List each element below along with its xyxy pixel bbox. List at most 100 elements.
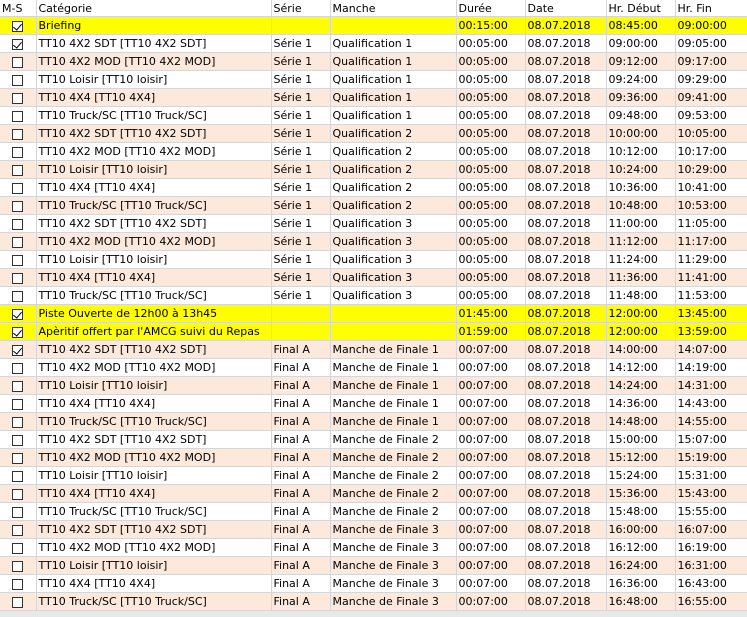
- hr-fin-cell[interactable]: 10:53:00: [675, 196, 747, 215]
- date-cell[interactable]: 08.07.2018: [525, 250, 607, 269]
- serie-cell[interactable]: Final A: [271, 556, 331, 575]
- hr-fin-cell[interactable]: 15:55:00: [675, 502, 747, 521]
- categorie-cell[interactable]: TT10 Truck/SC [TT10 Truck/SC]: [36, 106, 272, 125]
- manche-cell[interactable]: [330, 322, 457, 341]
- hr-debut-cell[interactable]: 14:48:00: [606, 412, 676, 431]
- manche-cell[interactable]: Manche de Finale 1: [330, 376, 457, 395]
- table-row[interactable]: TT10 4X2 SDT [TT10 4X2 SDT] Série 1 Qualif…: [0, 34, 747, 53]
- categorie-cell[interactable]: TT10 4X4 [TT10 4X4]: [36, 484, 272, 503]
- categorie-cell[interactable]: TT10 4X4 [TT10 4X4]: [36, 88, 272, 107]
- serie-cell[interactable]: Final A: [271, 592, 331, 611]
- ms-checkbox[interactable]: [12, 344, 24, 356]
- duree-cell[interactable]: 00:07:00: [456, 556, 526, 575]
- duree-cell[interactable]: 00:05:00: [456, 214, 526, 233]
- ms-checkbox[interactable]: [12, 110, 24, 122]
- hr-debut-cell[interactable]: 11:12:00: [606, 232, 676, 251]
- manche-cell[interactable]: Qualification 1: [330, 34, 457, 53]
- hr-fin-cell[interactable]: 15:31:00: [675, 466, 747, 485]
- hr-debut-cell[interactable]: 09:36:00: [606, 88, 676, 107]
- duree-cell[interactable]: 00:05:00: [456, 196, 526, 215]
- ms-checkbox[interactable]: [12, 146, 24, 158]
- manche-cell[interactable]: [330, 16, 457, 35]
- hr-fin-cell[interactable]: 15:19:00: [675, 448, 747, 467]
- hr-debut-cell[interactable]: 14:24:00: [606, 376, 676, 395]
- date-cell[interactable]: 08.07.2018: [525, 160, 607, 179]
- ms-checkbox[interactable]: [12, 398, 24, 410]
- serie-cell[interactable]: Final A: [271, 484, 331, 503]
- date-cell[interactable]: 08.07.2018: [525, 394, 607, 413]
- manche-cell[interactable]: Qualification 3: [330, 232, 457, 251]
- serie-cell[interactable]: Série 1: [271, 70, 331, 89]
- manche-cell[interactable]: Manche de Finale 2: [330, 466, 457, 485]
- ms-checkbox[interactable]: [12, 38, 24, 50]
- ms-checkbox[interactable]: [12, 308, 24, 320]
- manche-cell[interactable]: Manche de Finale 1: [330, 358, 457, 377]
- date-cell[interactable]: 08.07.2018: [525, 412, 607, 431]
- column-header-ms[interactable]: M-S: [0, 0, 37, 17]
- date-cell[interactable]: 08.07.2018: [525, 142, 607, 161]
- manche-cell[interactable]: Qualification 1: [330, 70, 457, 89]
- duree-cell[interactable]: 00:07:00: [456, 538, 526, 557]
- duree-cell[interactable]: 00:05:00: [456, 232, 526, 251]
- hr-debut-cell[interactable]: 14:12:00: [606, 358, 676, 377]
- ms-checkbox[interactable]: [12, 506, 24, 518]
- ms-checkbox[interactable]: [12, 236, 24, 248]
- date-cell[interactable]: 08.07.2018: [525, 286, 607, 305]
- serie-cell[interactable]: Série 1: [271, 34, 331, 53]
- ms-checkbox[interactable]: [12, 92, 24, 104]
- hr-fin-cell[interactable]: 13:59:00: [675, 322, 747, 341]
- ms-checkbox[interactable]: [12, 362, 24, 374]
- categorie-cell[interactable]: TT10 4X2 SDT [TT10 4X2 SDT]: [36, 340, 272, 359]
- serie-cell[interactable]: Série 1: [271, 52, 331, 71]
- hr-debut-cell[interactable]: 09:00:00: [606, 34, 676, 53]
- ms-checkbox[interactable]: [12, 74, 24, 86]
- table-row[interactable]: TT10 Loisir [TT10 loisir] Final A Manche d…: [0, 376, 747, 395]
- categorie-cell[interactable]: TT10 4X2 MOD [TT10 4X2 MOD]: [36, 538, 272, 557]
- ms-checkbox[interactable]: [12, 56, 24, 68]
- hr-debut-cell[interactable]: 16:48:00: [606, 592, 676, 611]
- hr-fin-cell[interactable]: 15:43:00: [675, 484, 747, 503]
- duree-cell[interactable]: 00:07:00: [456, 448, 526, 467]
- hr-debut-cell[interactable]: 12:00:00: [606, 304, 676, 323]
- serie-cell[interactable]: [271, 16, 331, 35]
- manche-cell[interactable]: [330, 304, 457, 323]
- duree-cell[interactable]: 00:05:00: [456, 250, 526, 269]
- duree-cell[interactable]: 00:07:00: [456, 358, 526, 377]
- manche-cell[interactable]: Qualification 2: [330, 178, 457, 197]
- hr-debut-cell[interactable]: 15:36:00: [606, 484, 676, 503]
- hr-fin-cell[interactable]: 15:07:00: [675, 430, 747, 449]
- hr-debut-cell[interactable]: 10:36:00: [606, 178, 676, 197]
- categorie-cell[interactable]: TT10 4X2 SDT [TT10 4X2 SDT]: [36, 430, 272, 449]
- table-row[interactable]: TT10 4X2 MOD [TT10 4X2 MOD] Final A Manche…: [0, 358, 747, 377]
- hr-debut-cell[interactable]: 09:48:00: [606, 106, 676, 125]
- date-cell[interactable]: 08.07.2018: [525, 106, 607, 125]
- date-cell[interactable]: 08.07.2018: [525, 340, 607, 359]
- serie-cell[interactable]: Série 1: [271, 232, 331, 251]
- duree-cell[interactable]: 00:05:00: [456, 34, 526, 53]
- categorie-cell[interactable]: TT10 4X4 [TT10 4X4]: [36, 574, 272, 593]
- ms-checkbox[interactable]: [12, 416, 24, 428]
- categorie-cell[interactable]: TT10 4X2 SDT [TT10 4X2 SDT]: [36, 520, 272, 539]
- hr-debut-cell[interactable]: 12:00:00: [606, 322, 676, 341]
- ms-checkbox[interactable]: [12, 200, 24, 212]
- date-cell[interactable]: 08.07.2018: [525, 502, 607, 521]
- serie-cell[interactable]: [271, 322, 331, 341]
- categorie-cell[interactable]: TT10 4X4 [TT10 4X4]: [36, 394, 272, 413]
- duree-cell[interactable]: 00:15:00: [456, 16, 526, 35]
- table-row[interactable]: TT10 Truck/SC [TT10 Truck/SC] Final A Manc…: [0, 412, 747, 431]
- duree-cell[interactable]: 00:07:00: [456, 520, 526, 539]
- duree-cell[interactable]: 00:05:00: [456, 178, 526, 197]
- categorie-cell[interactable]: TT10 Loisir [TT10 loisir]: [36, 466, 272, 485]
- table-row[interactable]: TT10 Truck/SC [TT10 Truck/SC] Final A Manc…: [0, 502, 747, 521]
- hr-fin-cell[interactable]: 11:41:00: [675, 268, 747, 287]
- hr-fin-cell[interactable]: 11:29:00: [675, 250, 747, 269]
- manche-cell[interactable]: Manche de Finale 2: [330, 502, 457, 521]
- horizontal-scrollbar[interactable]: [0, 611, 747, 617]
- serie-cell[interactable]: Série 1: [271, 124, 331, 143]
- manche-cell[interactable]: Manche de Finale 1: [330, 394, 457, 413]
- hr-fin-cell[interactable]: 16:31:00: [675, 556, 747, 575]
- categorie-cell[interactable]: Briefing: [36, 16, 272, 35]
- hr-debut-cell[interactable]: 16:00:00: [606, 520, 676, 539]
- date-cell[interactable]: 08.07.2018: [525, 304, 607, 323]
- table-row[interactable]: TT10 Loisir [TT10 loisir] Série 1 Qualific…: [0, 250, 747, 269]
